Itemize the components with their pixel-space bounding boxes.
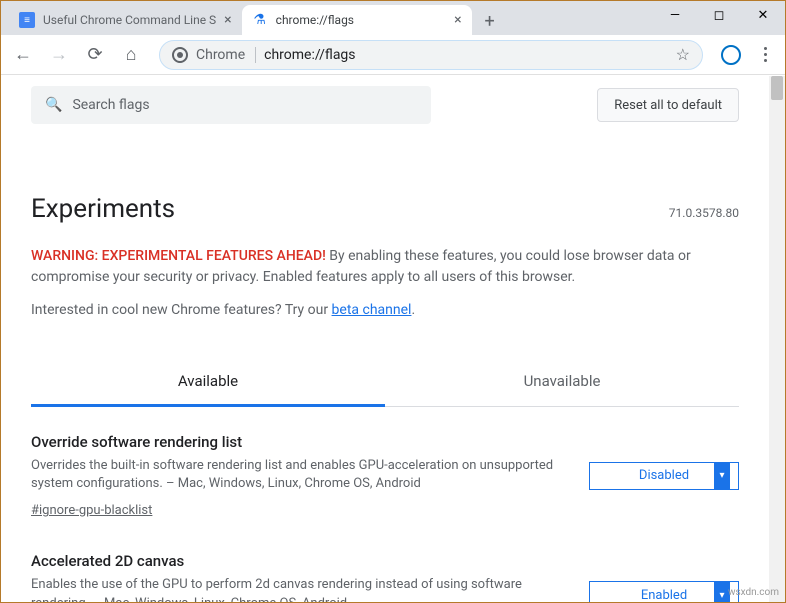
page-content: 🔍 Search flags Reset all to default Expe…	[1, 76, 769, 602]
menu-button[interactable]	[753, 47, 777, 62]
flag-title: Accelerated 2D canvas	[31, 552, 569, 570]
scrollbar-thumb[interactable]	[771, 76, 783, 100]
close-button[interactable]: ✕	[741, 1, 785, 29]
reset-all-button[interactable]: Reset all to default	[597, 88, 739, 122]
watermark: wsxdn.com	[728, 587, 779, 598]
flag-item: Override software rendering list Overrid…	[31, 407, 739, 526]
warning-text: WARNING: EXPERIMENTAL FEATURES AHEAD! By…	[31, 246, 739, 288]
back-button[interactable]: ←	[9, 41, 37, 69]
beta-channel-link[interactable]: beta channel	[332, 302, 412, 318]
close-icon[interactable]: ×	[224, 12, 231, 28]
beta-channel-text: Interested in cool new Chrome features? …	[31, 302, 739, 318]
flag-tabs: Available Unavailable	[31, 358, 739, 407]
flag-description: Enables the use of the GPU to perform 2d…	[31, 576, 569, 602]
home-button[interactable]: ⌂	[117, 41, 145, 69]
docs-icon: ≡	[19, 12, 35, 28]
flag-state-select[interactable]: Disabled	[589, 462, 739, 490]
tab-active[interactable]: ⚗ chrome://flags ×	[242, 5, 472, 35]
url-text: chrome://flags	[264, 47, 668, 63]
secure-origin-label: Chrome	[196, 47, 256, 63]
toolbar: ← → ⟳ ⌂ Chrome chrome://flags ☆	[1, 35, 785, 75]
page-title: Experiments	[31, 194, 175, 224]
flag-hash-link[interactable]: #ignore-gpu-blacklist	[31, 503, 152, 518]
tabs-strip: ≡ Useful Chrome Command Line S × ⚗ chrom…	[1, 1, 504, 35]
scrollbar[interactable]	[769, 76, 785, 602]
minimize-button[interactable]: —	[653, 1, 697, 29]
search-flags-input[interactable]: 🔍 Search flags	[31, 86, 431, 124]
search-placeholder: Search flags	[72, 97, 149, 113]
address-bar[interactable]: Chrome chrome://flags ☆	[159, 40, 703, 70]
flags-header: 🔍 Search flags Reset all to default	[1, 76, 769, 134]
bookmark-star-icon[interactable]: ☆	[676, 45, 690, 64]
tab-title: chrome://flags	[276, 13, 447, 27]
flag-description: Overrides the built-in software renderin…	[31, 457, 569, 493]
tab-title: Useful Chrome Command Line S	[43, 13, 216, 27]
flags-body: Experiments 71.0.3578.80 WARNING: EXPERI…	[1, 134, 769, 602]
version-text: 71.0.3578.80	[669, 206, 739, 220]
flag-title: Override software rendering list	[31, 433, 569, 451]
search-icon: 🔍	[45, 97, 62, 113]
maximize-button[interactable]: ◻	[697, 1, 741, 29]
extension-icon[interactable]	[721, 45, 741, 65]
window-controls: — ◻ ✕	[653, 1, 785, 29]
new-tab-button[interactable]: +	[476, 7, 504, 35]
forward-button[interactable]: →	[45, 41, 73, 69]
titlebar: ≡ Useful Chrome Command Line S × ⚗ chrom…	[1, 1, 785, 35]
close-icon[interactable]: ×	[454, 12, 461, 28]
flag-state-select[interactable]: Enabled	[589, 581, 739, 602]
warning-bold: WARNING: EXPERIMENTAL FEATURES AHEAD!	[31, 248, 326, 264]
reload-button[interactable]: ⟳	[81, 41, 109, 69]
tab-unavailable[interactable]: Unavailable	[385, 358, 739, 406]
flag-item: Accelerated 2D canvas Enables the use of…	[31, 526, 739, 602]
tab-available[interactable]: Available	[31, 358, 385, 407]
tab-inactive[interactable]: ≡ Useful Chrome Command Line S ×	[9, 5, 242, 35]
flask-icon: ⚗	[252, 12, 268, 28]
chrome-icon	[172, 47, 188, 63]
